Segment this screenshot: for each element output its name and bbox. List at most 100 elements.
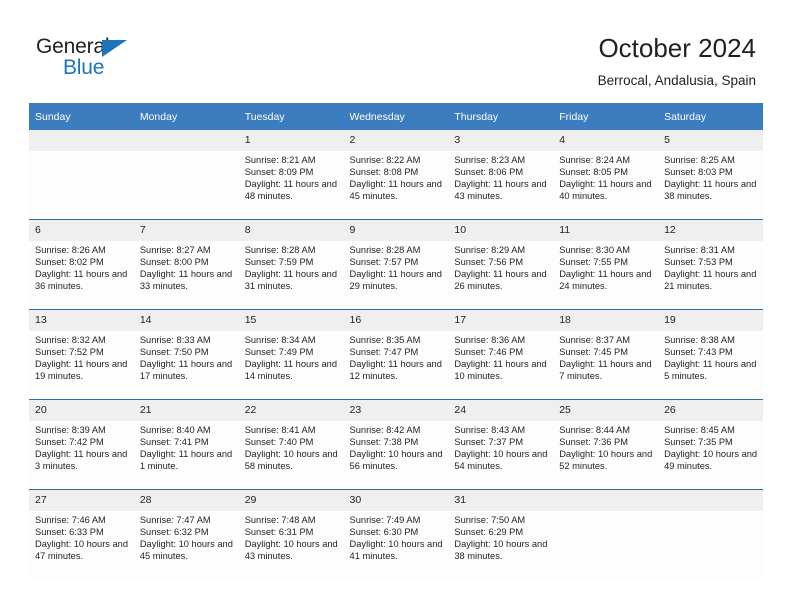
day-number: 25 xyxy=(553,400,659,421)
calendar-day-cell[interactable]: 13 Sunrise: 8:32 AM Sunset: 7:52 PM Dayligh… xyxy=(29,309,134,400)
day-sun-info: Sunrise: 8:36 AM Sunset: 7:46 PM Daylight:… xyxy=(448,331,553,383)
day-number: 22 xyxy=(238,400,344,421)
sunrise-text: Sunrise: 7:48 AM xyxy=(244,515,316,525)
calendar-day-cell[interactable]: 17 Sunrise: 8:36 AM Sunset: 7:46 PM Dayligh… xyxy=(448,309,554,400)
calendar-day-cell[interactable]: 15 Sunrise: 8:34 AM Sunset: 7:49 PM Dayligh… xyxy=(238,309,344,400)
sunset-text: Sunset: 6:29 PM xyxy=(454,526,524,537)
day-sun-info: Sunrise: 8:26 AM Sunset: 8:02 PM Daylight:… xyxy=(29,241,134,293)
weekday-header-monday: Monday xyxy=(133,103,239,130)
calendar-day-cell[interactable]: 9 Sunrise: 8:28 AM Sunset: 7:57 PM Daylight… xyxy=(343,219,449,310)
day-sun-info: Sunrise: 8:25 AM Sunset: 8:03 PM Daylight:… xyxy=(658,151,763,203)
daylight-text: Daylight: 11 hours and 26 minutes. xyxy=(454,268,547,291)
weekday-header-wednesday: Wednesday xyxy=(343,103,449,130)
daylight-text: Daylight: 11 hours and 17 minutes. xyxy=(139,358,233,381)
calendar-day-cell[interactable]: 19 Sunrise: 8:38 AM Sunset: 7:43 PM Dayligh… xyxy=(658,309,763,400)
sunset-text: Sunset: 7:53 PM xyxy=(664,256,733,267)
calendar-day-cell[interactable]: 6 Sunrise: 8:26 AM Sunset: 8:02 PM Daylight… xyxy=(29,219,134,310)
calendar-day-cell[interactable]: 20 Sunrise: 8:39 AM Sunset: 7:42 PM Dayligh… xyxy=(29,399,134,490)
calendar-day-cell[interactable]: 8 Sunrise: 8:28 AM Sunset: 7:59 PM Daylight… xyxy=(238,219,344,310)
sunrise-text: Sunrise: 8:35 AM xyxy=(349,335,421,345)
general-blue-logo[interactable]: General Blue xyxy=(36,36,216,86)
sunset-text: Sunset: 6:30 PM xyxy=(349,526,419,537)
calendar-day-cell[interactable]: 10 Sunrise: 8:29 AM Sunset: 7:56 PM Dayligh… xyxy=(448,219,554,310)
calendar-day-cell[interactable]: 4 Sunrise: 8:24 AM Sunset: 8:05 PM Daylight… xyxy=(553,130,659,220)
sunset-text: Sunset: 7:36 PM xyxy=(559,436,628,447)
weekday-header-row: Sunday Monday Tuesday Wednesday Thursday… xyxy=(29,103,763,130)
calendar-day-cell-empty xyxy=(553,489,659,579)
daylight-text: Daylight: 11 hours and 7 minutes. xyxy=(559,358,652,381)
daylight-text: Daylight: 11 hours and 36 minutes. xyxy=(35,268,128,291)
day-cell-content: 15 Sunrise: 8:34 AM Sunset: 7:49 PM Dayligh… xyxy=(238,310,344,399)
calendar-day-cell[interactable]: 12 Sunrise: 8:31 AM Sunset: 7:53 PM Dayligh… xyxy=(658,219,763,310)
sunset-text: Sunset: 7:50 PM xyxy=(139,346,209,357)
day-number: 26 xyxy=(658,400,763,421)
day-number: 11 xyxy=(553,220,659,241)
day-number: 31 xyxy=(448,490,554,511)
calendar-day-cell[interactable]: 22 Sunrise: 8:41 AM Sunset: 7:40 PM Dayligh… xyxy=(238,399,344,490)
day-cell-content: 31 Sunrise: 7:50 AM Sunset: 6:29 PM Dayligh… xyxy=(448,490,554,579)
calendar-day-cell[interactable]: 26 Sunrise: 8:45 AM Sunset: 7:35 PM Dayligh… xyxy=(658,399,763,490)
calendar-day-cell[interactable]: 25 Sunrise: 8:44 AM Sunset: 7:36 PM Dayligh… xyxy=(553,399,659,490)
day-cell-content: 14 Sunrise: 8:33 AM Sunset: 7:50 PM Dayligh… xyxy=(133,310,239,399)
day-sun-info: Sunrise: 8:28 AM Sunset: 7:59 PM Daylight:… xyxy=(239,241,344,293)
calendar-day-cell[interactable]: 3 Sunrise: 8:23 AM Sunset: 8:06 PM Daylight… xyxy=(448,130,554,220)
title-block: October 2024 Berrocal, Andalusia, Spain xyxy=(598,32,756,91)
sunrise-text: Sunrise: 8:45 AM xyxy=(664,425,735,435)
day-cell-content xyxy=(658,490,763,579)
sunset-text: Sunset: 7:49 PM xyxy=(244,346,314,357)
sunset-text: Sunset: 7:41 PM xyxy=(139,436,209,447)
calendar-day-cell[interactable]: 27 Sunrise: 7:46 AM Sunset: 6:33 PM Dayligh… xyxy=(29,489,134,579)
day-number: 19 xyxy=(658,310,763,331)
day-cell-content: 23 Sunrise: 8:42 AM Sunset: 7:38 PM Dayligh… xyxy=(343,400,449,489)
weekday-header-saturday: Saturday xyxy=(658,103,763,130)
day-sun-info: Sunrise: 8:33 AM Sunset: 7:50 PM Daylight:… xyxy=(134,331,239,383)
calendar-day-cell[interactable]: 18 Sunrise: 8:37 AM Sunset: 7:45 PM Dayligh… xyxy=(553,309,659,400)
day-sun-info: Sunrise: 8:39 AM Sunset: 7:42 PM Daylight:… xyxy=(29,421,134,473)
calendar-day-cell[interactable]: 24 Sunrise: 8:43 AM Sunset: 7:37 PM Dayligh… xyxy=(448,399,554,490)
daylight-text: Daylight: 11 hours and 31 minutes. xyxy=(244,268,338,291)
day-number: 16 xyxy=(343,310,449,331)
day-cell-content xyxy=(553,490,659,579)
daylight-text: Daylight: 10 hours and 43 minutes. xyxy=(244,538,338,561)
day-number: 9 xyxy=(343,220,449,241)
calendar-day-cell[interactable]: 30 Sunrise: 7:49 AM Sunset: 6:30 PM Dayligh… xyxy=(343,489,449,579)
day-sun-info: Sunrise: 7:49 AM Sunset: 6:30 PM Daylight:… xyxy=(344,511,449,563)
sunrise-text: Sunrise: 8:44 AM xyxy=(559,425,631,435)
day-cell-content: 24 Sunrise: 8:43 AM Sunset: 7:37 PM Dayligh… xyxy=(448,400,554,489)
sunrise-text: Sunrise: 8:34 AM xyxy=(244,335,316,345)
day-number: 20 xyxy=(29,400,134,421)
day-cell-content: 3 Sunrise: 8:23 AM Sunset: 8:06 PM Daylight… xyxy=(448,130,554,219)
day-cell-content: 19 Sunrise: 8:38 AM Sunset: 7:43 PM Dayligh… xyxy=(658,310,763,399)
sunset-text: Sunset: 6:31 PM xyxy=(244,526,314,537)
day-cell-content: 11 Sunrise: 8:30 AM Sunset: 7:55 PM Dayligh… xyxy=(553,220,659,309)
calendar-day-cell[interactable]: 31 Sunrise: 7:50 AM Sunset: 6:29 PM Dayligh… xyxy=(448,489,554,579)
day-cell-content: 18 Sunrise: 8:37 AM Sunset: 7:45 PM Dayligh… xyxy=(553,310,659,399)
day-number xyxy=(29,130,134,151)
calendar-day-cell[interactable]: 14 Sunrise: 8:33 AM Sunset: 7:50 PM Dayligh… xyxy=(133,309,239,400)
daylight-text: Daylight: 10 hours and 45 minutes. xyxy=(139,538,233,561)
sunrise-text: Sunrise: 8:33 AM xyxy=(139,335,211,345)
calendar-day-cell[interactable]: 29 Sunrise: 7:48 AM Sunset: 6:31 PM Dayligh… xyxy=(238,489,344,579)
daylight-text: Daylight: 10 hours and 38 minutes. xyxy=(454,538,548,561)
page-title: October 2024 xyxy=(598,33,756,63)
calendar-day-cell[interactable]: 11 Sunrise: 8:30 AM Sunset: 7:55 PM Dayligh… xyxy=(553,219,659,310)
calendar-day-cell[interactable]: 16 Sunrise: 8:35 AM Sunset: 7:47 PM Dayligh… xyxy=(343,309,449,400)
calendar-day-cell[interactable]: 23 Sunrise: 8:42 AM Sunset: 7:38 PM Dayligh… xyxy=(343,399,449,490)
sunrise-text: Sunrise: 8:21 AM xyxy=(244,155,316,165)
sunset-text: Sunset: 7:38 PM xyxy=(349,436,419,447)
day-cell-content: 22 Sunrise: 8:41 AM Sunset: 7:40 PM Dayligh… xyxy=(238,400,344,489)
day-cell-content xyxy=(29,130,134,219)
calendar-day-cell[interactable]: 2 Sunrise: 8:22 AM Sunset: 8:08 PM Daylight… xyxy=(343,130,449,220)
daylight-text: Daylight: 11 hours and 45 minutes. xyxy=(349,178,442,201)
calendar-day-cell[interactable]: 1 Sunrise: 8:21 AM Sunset: 8:09 PM Daylight… xyxy=(238,130,344,220)
daylight-text: Daylight: 10 hours and 58 minutes. xyxy=(244,448,338,471)
calendar-day-cell[interactable]: 28 Sunrise: 7:47 AM Sunset: 6:32 PM Dayligh… xyxy=(133,489,239,579)
day-sun-info: Sunrise: 8:35 AM Sunset: 7:47 PM Daylight:… xyxy=(344,331,449,383)
day-sun-info: Sunrise: 8:27 AM Sunset: 8:00 PM Daylight:… xyxy=(134,241,239,293)
day-sun-info: Sunrise: 8:21 AM Sunset: 8:09 PM Daylight:… xyxy=(239,151,344,203)
daylight-text: Daylight: 10 hours and 41 minutes. xyxy=(349,538,443,561)
calendar-day-cell[interactable]: 21 Sunrise: 8:40 AM Sunset: 7:41 PM Dayligh… xyxy=(133,399,239,490)
calendar-day-cell[interactable]: 7 Sunrise: 8:27 AM Sunset: 8:00 PM Daylight… xyxy=(133,219,239,310)
sunset-text: Sunset: 7:46 PM xyxy=(454,346,524,357)
calendar-day-cell[interactable]: 5 Sunrise: 8:25 AM Sunset: 8:03 PM Daylight… xyxy=(658,130,763,220)
